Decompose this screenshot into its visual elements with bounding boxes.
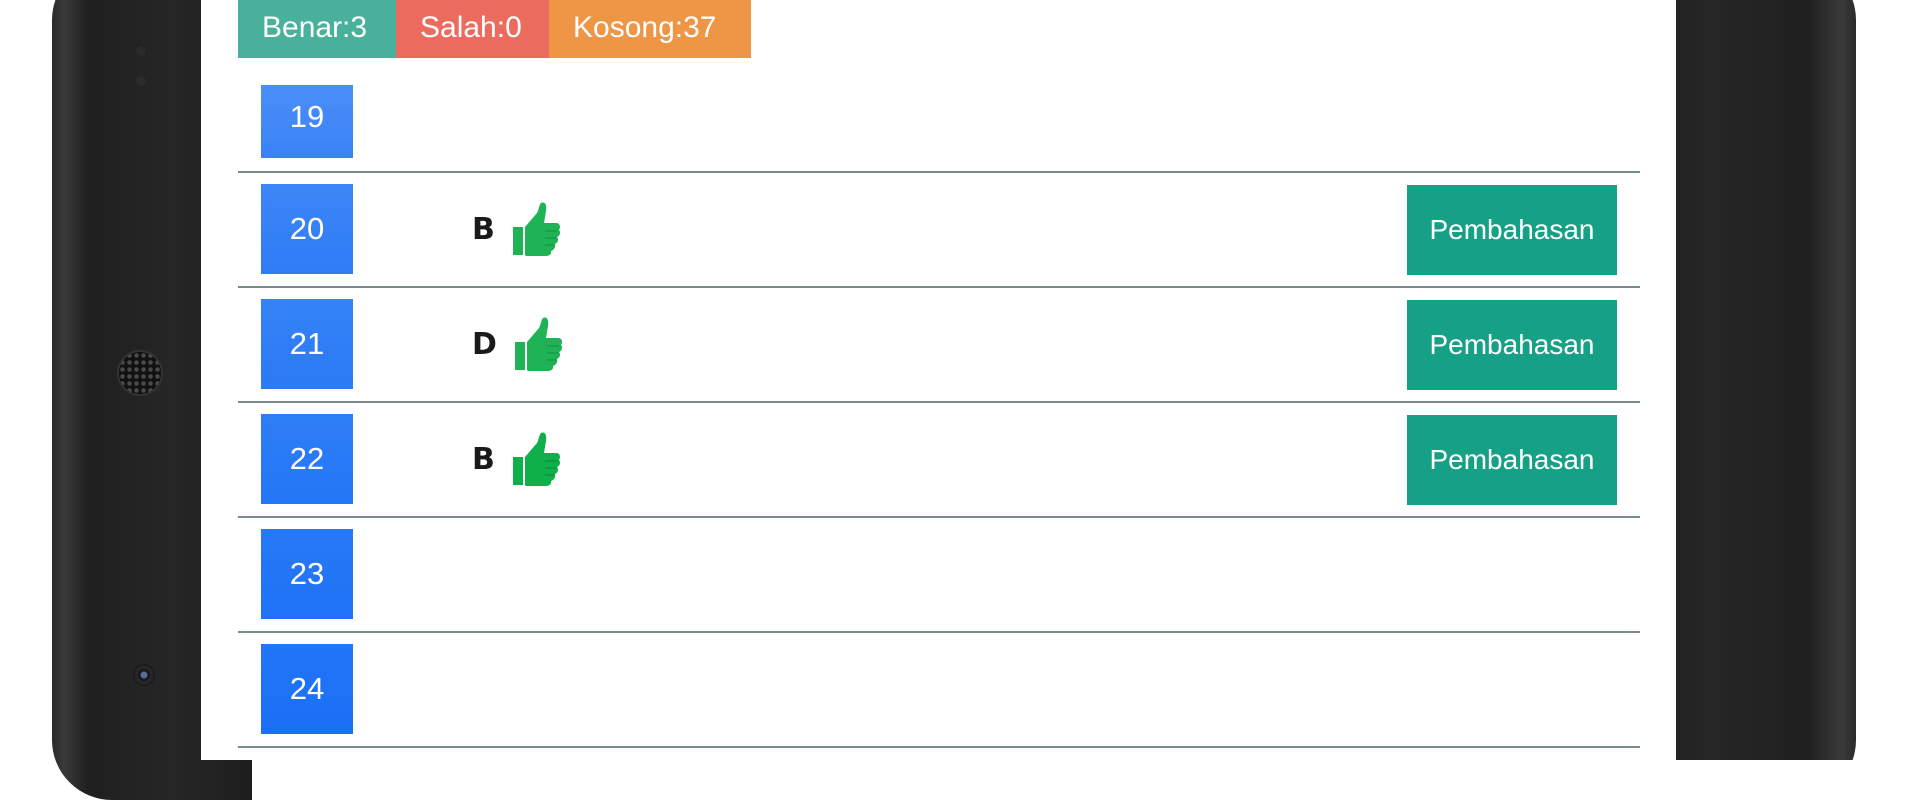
benar-count: Benar:3 [238, 0, 396, 58]
pembahasan-button[interactable]: Pembahasan [1407, 300, 1617, 390]
device-frame-left [0, 0, 252, 800]
speaker-icon [117, 350, 163, 396]
thumbs-up-icon [512, 201, 560, 256]
answer-row: 19 [238, 58, 1640, 173]
device-frame-right [1676, 0, 1920, 760]
answer-result: B [472, 173, 561, 286]
answer-result: D [472, 288, 563, 401]
pembahasan-button[interactable]: Pembahasan [1407, 185, 1617, 275]
answer-row: 22 B Pembahasan [238, 403, 1640, 518]
salah-count: Salah:0 [396, 0, 549, 58]
question-number[interactable]: 20 [261, 184, 353, 274]
kosong-count: Kosong:37 [549, 0, 751, 58]
screen: Benar:3 Salah:0 Kosong:37 19 20 B Pembah… [201, 0, 1676, 760]
answer-list: 19 20 B Pembahasan 21 D Pembahasan 22 B … [238, 58, 1640, 748]
thumbs-up-icon [514, 316, 562, 371]
pembahasan-button[interactable]: Pembahasan [1407, 415, 1617, 505]
answer-result: B [472, 403, 561, 516]
question-number[interactable]: 23 [261, 529, 353, 619]
question-number[interactable]: 24 [261, 644, 353, 734]
sensor-icon [136, 46, 146, 56]
sensor-icon [136, 76, 146, 86]
answer-letter: B [472, 442, 495, 477]
question-number[interactable]: 21 [261, 299, 353, 389]
device-bezel-right [1676, 0, 1856, 760]
answer-letter: B [472, 212, 495, 247]
answer-letter: D [472, 327, 497, 362]
thumbs-up-icon [512, 431, 560, 486]
answer-row: 23 [238, 518, 1640, 633]
answer-row: 24 [238, 633, 1640, 748]
question-number[interactable]: 22 [261, 414, 353, 504]
answer-row: 20 B Pembahasan [238, 173, 1640, 288]
camera-icon [133, 664, 155, 686]
answer-row: 21 D Pembahasan [238, 288, 1640, 403]
question-number[interactable]: 19 [261, 85, 353, 158]
score-summary: Benar:3 Salah:0 Kosong:37 [238, 0, 751, 58]
